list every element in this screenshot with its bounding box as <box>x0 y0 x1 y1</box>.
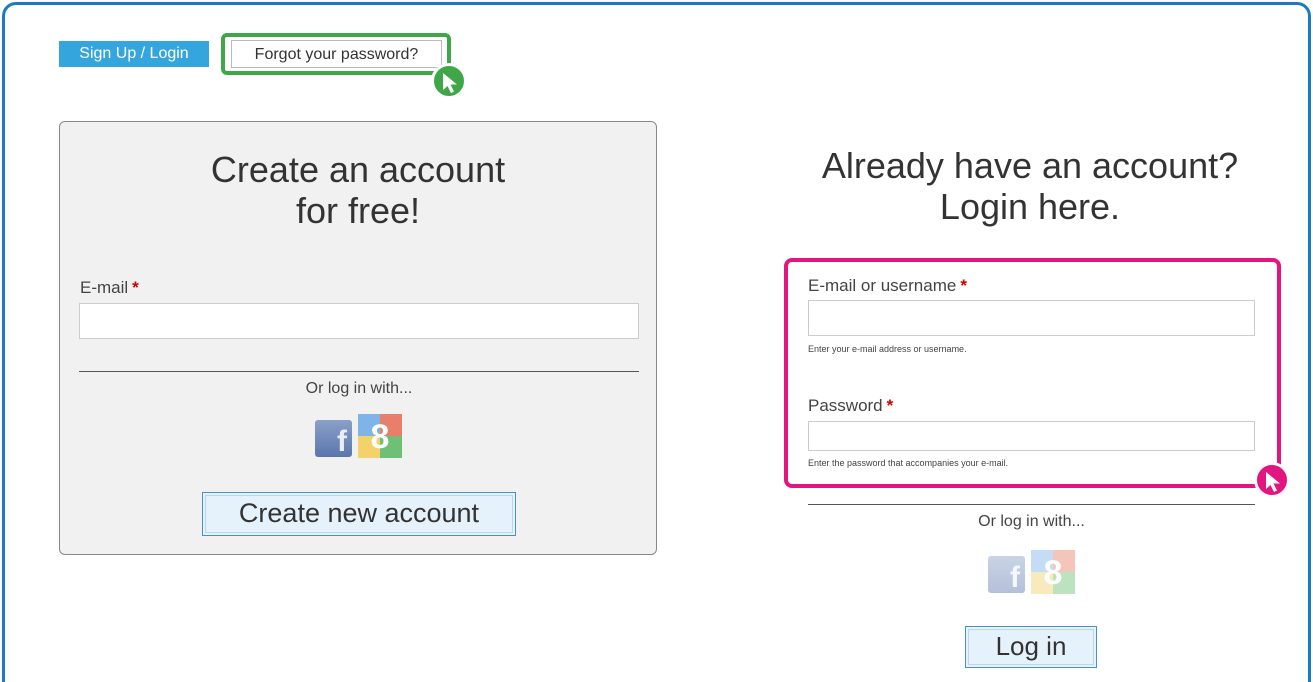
required-mark: * <box>886 396 894 415</box>
password-help: Enter the password that accompanies your… <box>808 458 1009 468</box>
required-mark: * <box>132 278 139 297</box>
google-icon[interactable]: 8 <box>358 414 402 458</box>
facebook-icon[interactable]: f <box>315 420 352 457</box>
signup-or-text: Or log in with... <box>305 380 413 397</box>
required-mark: * <box>960 276 967 295</box>
signup-social-icons: f 8 <box>315 414 405 458</box>
create-account-button[interactable]: Create new account <box>202 492 516 536</box>
cursor-icon <box>431 63 467 99</box>
login-title: Already have an account? Login here. <box>780 145 1280 227</box>
login-fields-highlight: E-mail or username * Enter your e-mail ad… <box>784 258 1281 488</box>
svg-text:8: 8 <box>371 418 390 456</box>
login-or-text: Or log in with... <box>978 513 1085 530</box>
password-input[interactable] <box>808 421 1255 451</box>
login-title-line2: Login here. <box>939 186 1121 227</box>
password-label: Password * <box>808 396 894 415</box>
tab-forgot-password[interactable]: Forgot your password? <box>231 40 442 68</box>
username-input[interactable] <box>808 300 1255 336</box>
username-help: Enter your e-mail address or username. <box>808 344 967 354</box>
username-label: E-mail or username * <box>808 276 967 295</box>
login-social-icons: f 8 <box>988 550 1078 594</box>
forgot-password-highlight: Forgot your password? <box>221 33 451 75</box>
tab-signup-login[interactable]: Sign Up / Login <box>59 41 209 67</box>
divider <box>79 371 639 372</box>
google-icon[interactable]: 8 <box>1031 550 1075 594</box>
signup-email-input[interactable] <box>79 303 639 339</box>
login-title-line1: Already have an account? <box>821 145 1239 186</box>
email-label: E-mail * <box>80 278 139 297</box>
signup-title: Create an account for free! <box>60 149 656 231</box>
divider <box>808 504 1255 505</box>
login-button[interactable]: Log in <box>965 626 1097 668</box>
cursor-icon <box>1254 462 1290 498</box>
facebook-icon[interactable]: f <box>988 556 1025 593</box>
signup-title-line2: for free! <box>295 190 421 231</box>
signup-panel: Create an account for free! E-mail * Or l… <box>59 121 657 555</box>
svg-text:8: 8 <box>1044 554 1063 592</box>
signup-title-line1: Create an account <box>210 149 506 190</box>
